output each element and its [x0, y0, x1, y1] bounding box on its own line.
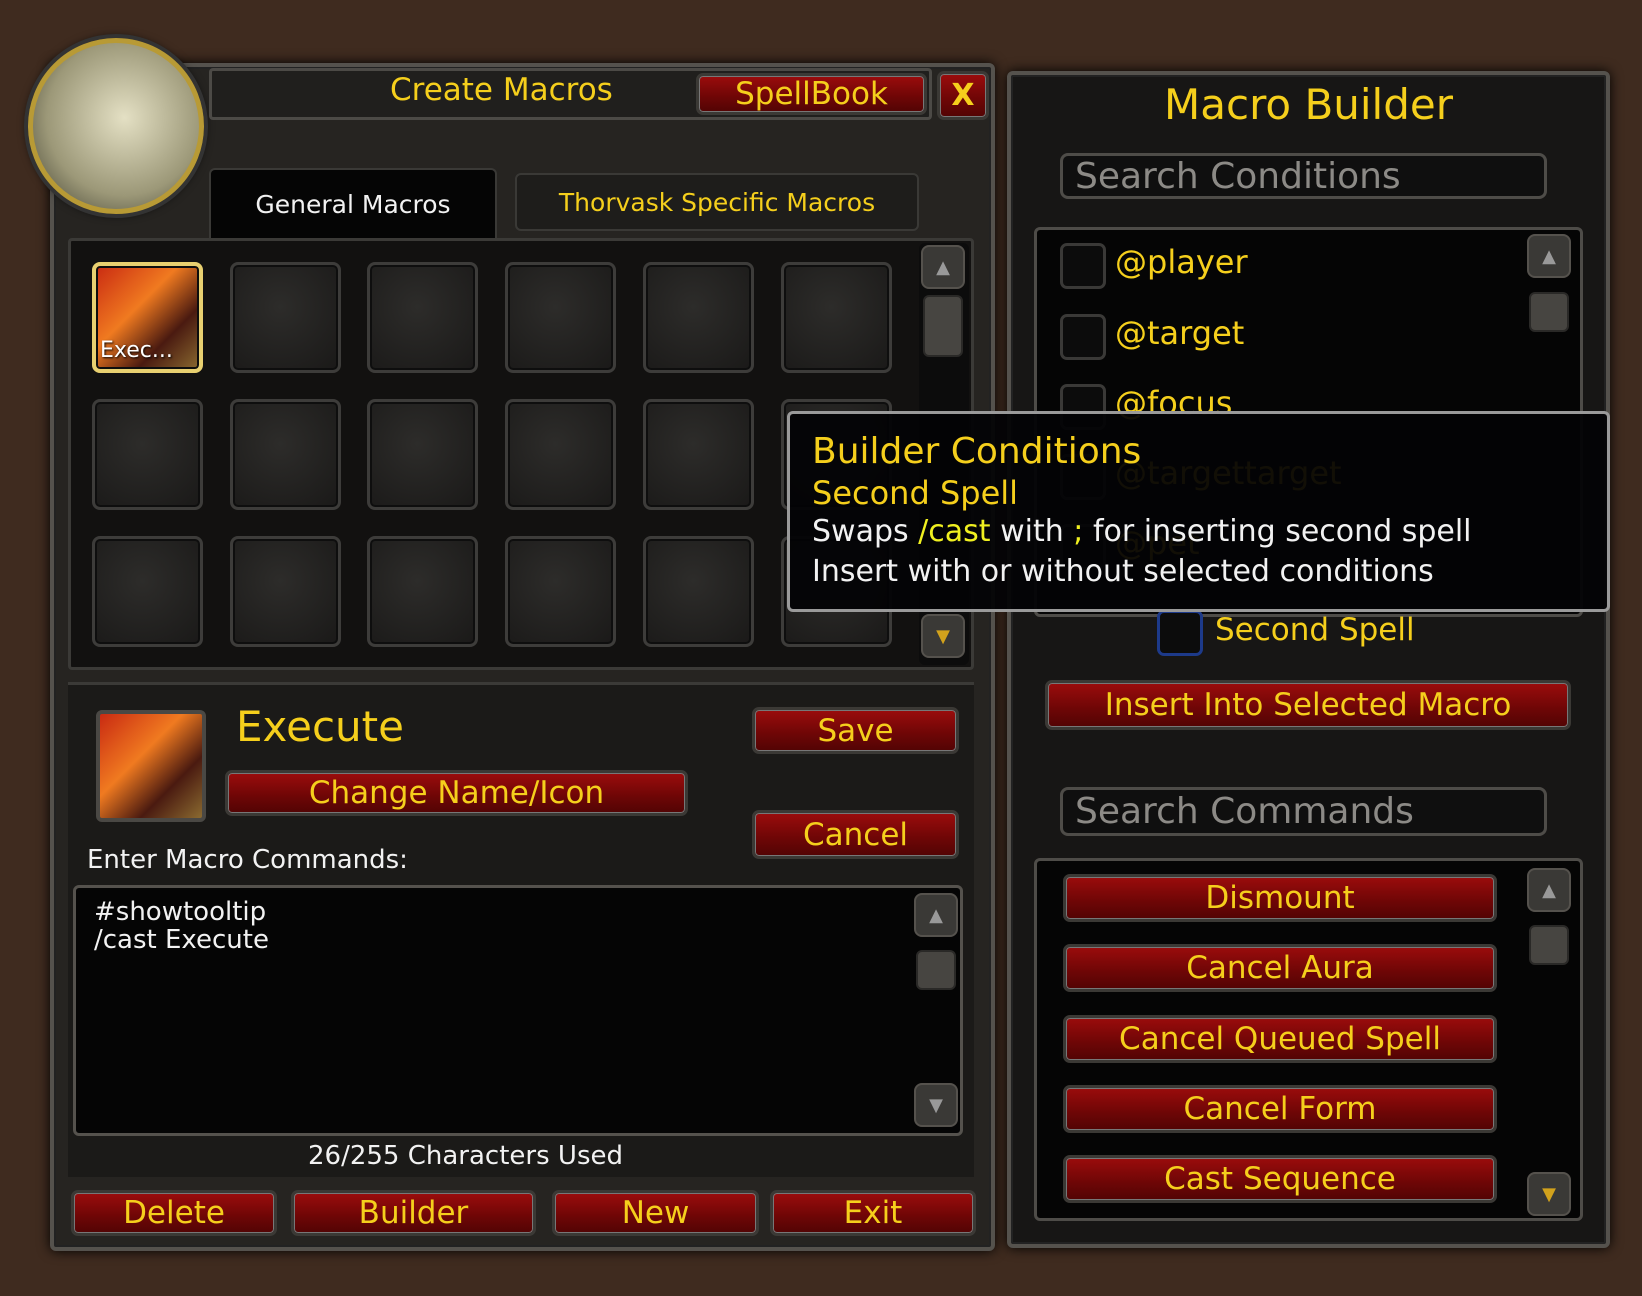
tooltip-text: for inserting second spell	[1083, 514, 1472, 549]
macro-slot[interactable]	[505, 399, 617, 510]
scroll-down-icon[interactable]: ▼	[921, 614, 965, 658]
editor-line: /cast Execute	[94, 925, 269, 955]
command-button[interactable]: Cancel Aura	[1063, 944, 1497, 993]
commands-scroll-up-icon[interactable]: ▲	[1527, 868, 1571, 912]
command-button[interactable]: Dismount	[1063, 874, 1497, 922]
tooltip-text: Swaps	[812, 514, 919, 549]
macro-portrait-icon	[28, 38, 204, 214]
editor-scrollbar-thumb[interactable]	[916, 950, 956, 990]
tab-label: Thorvask Specific Macros	[558, 187, 876, 217]
condition-checkbox[interactable]	[1060, 314, 1106, 360]
insert-into-macro-button[interactable]: Insert Into Selected Macro	[1045, 680, 1571, 730]
macro-slot[interactable]: Exec...	[92, 262, 203, 373]
second-spell-checkbox[interactable]	[1157, 610, 1203, 656]
macro-slot-label: Exec...	[100, 338, 173, 363]
cancel-button[interactable]: Cancel	[752, 810, 959, 859]
editor-scroll-down-icon[interactable]: ▼	[914, 1083, 958, 1127]
macro-slot[interactable]	[367, 399, 479, 510]
save-button[interactable]: Save	[752, 707, 959, 754]
tooltip-subtitle: Second Spell	[812, 474, 1019, 512]
spellbook-button[interactable]: SpellBook	[696, 73, 927, 115]
editor-label: Enter Macro Commands:	[87, 845, 408, 875]
exit-button[interactable]: Exit	[770, 1190, 976, 1236]
macro-slot[interactable]	[642, 262, 754, 373]
close-button[interactable]: X	[937, 71, 989, 120]
conditions-scrollbar-thumb[interactable]	[1529, 292, 1569, 332]
selected-macro-icon[interactable]	[96, 710, 206, 822]
macro-slot[interactable]	[642, 536, 754, 647]
macro-text-editor[interactable]: #showtooltip /cast Execute	[73, 885, 963, 1136]
tab-label: General Macros	[255, 189, 451, 219]
editor-line: #showtooltip	[94, 897, 267, 927]
window-title: Create Macros	[390, 72, 613, 108]
tooltip-text: with	[990, 514, 1074, 549]
tooltip-highlight: ;	[1073, 514, 1084, 549]
builder-title: Macro Builder	[1164, 80, 1453, 129]
tab-general-macros[interactable]: General Macros	[209, 168, 497, 238]
tab-character-macros[interactable]: Thorvask Specific Macros	[515, 173, 919, 231]
command-button[interactable]: Cast Sequence	[1063, 1155, 1497, 1204]
condition-label: @player	[1115, 243, 1248, 281]
selected-macro-name: Execute	[236, 702, 404, 751]
condition-label: @target	[1115, 314, 1245, 352]
conditions-scroll-up-icon[interactable]: ▲	[1527, 234, 1571, 278]
macro-slot[interactable]	[367, 262, 479, 373]
tooltip-highlight: /cast	[918, 514, 991, 549]
character-count: 26/255 Characters Used	[308, 1141, 623, 1171]
tooltip: Builder Conditions Second Spell Swaps /c…	[787, 411, 1610, 612]
tooltip-title: Builder Conditions	[812, 431, 1142, 472]
change-name-icon-button[interactable]: Change Name/Icon	[225, 770, 688, 816]
editor-scroll-up-icon[interactable]: ▲	[914, 893, 958, 937]
condition-checkbox[interactable]	[1060, 243, 1106, 289]
macro-slot[interactable]	[92, 536, 203, 647]
scroll-up-icon[interactable]: ▲	[921, 245, 965, 289]
macro-slot[interactable]	[92, 399, 203, 510]
macro-slot[interactable]	[229, 536, 341, 647]
macro-slot[interactable]	[780, 262, 892, 373]
commands-scrollbar-thumb[interactable]	[1529, 925, 1569, 965]
macro-slot[interactable]	[505, 536, 617, 647]
scrollbar-thumb[interactable]	[923, 295, 963, 357]
commands-scroll-down-icon[interactable]: ▼	[1527, 1172, 1571, 1216]
builder-button[interactable]: Builder	[291, 1190, 536, 1236]
new-button[interactable]: New	[552, 1190, 759, 1236]
macro-slot[interactable]	[367, 536, 479, 647]
tooltip-line-2: Insert with or without selected conditio…	[812, 554, 1434, 589]
tooltip-line-1: Swaps /cast with ; for inserting second …	[812, 512, 1585, 552]
macro-slot[interactable]	[229, 262, 341, 373]
search-commands-input[interactable]: Search Commands	[1060, 787, 1547, 836]
command-button[interactable]: Cancel Queued Spell	[1063, 1014, 1497, 1063]
macro-slot[interactable]	[642, 399, 754, 510]
second-spell-label: Second Spell	[1215, 612, 1415, 648]
search-conditions-input[interactable]: Search Conditions	[1060, 153, 1547, 199]
macro-slot[interactable]	[229, 399, 341, 510]
macro-slot[interactable]	[505, 262, 617, 373]
delete-button[interactable]: Delete	[71, 1190, 277, 1236]
command-button[interactable]: Cancel Form	[1063, 1084, 1497, 1133]
